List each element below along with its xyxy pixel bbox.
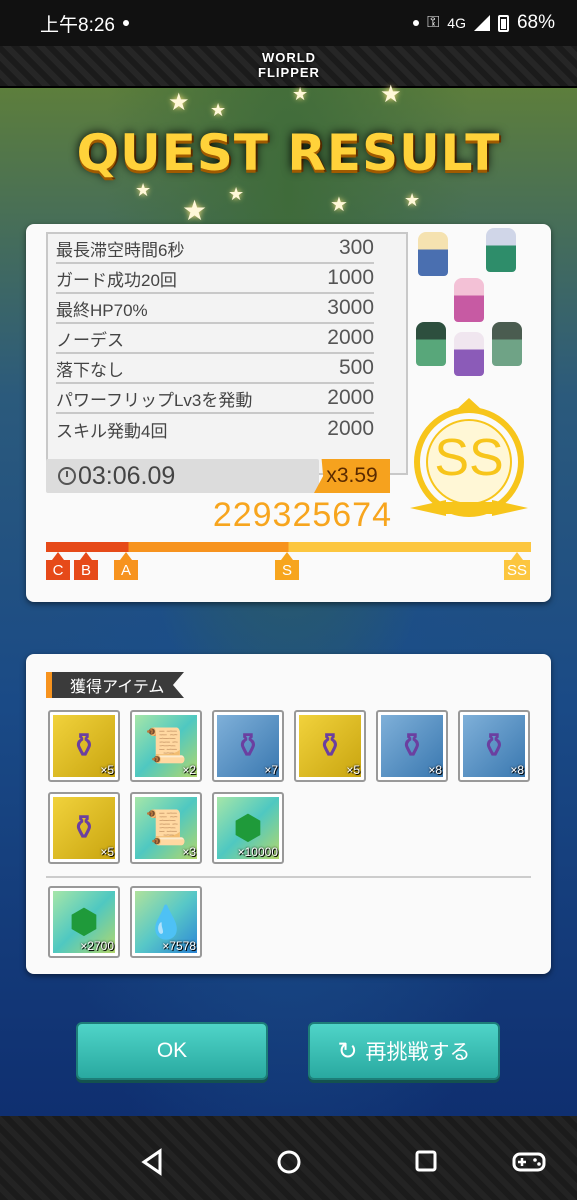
gamepad-icon[interactable] bbox=[512, 1148, 546, 1176]
items-divider bbox=[46, 876, 531, 878]
purple-potion-icon: ⚱ bbox=[479, 727, 509, 765]
bonus-row: ガード成功20回 1000 bbox=[56, 264, 374, 294]
rank-badge: SS bbox=[406, 396, 532, 526]
green-gem-icon: ⬢ bbox=[233, 809, 263, 847]
star-icon: ★ bbox=[330, 194, 348, 216]
party-characters bbox=[410, 224, 530, 380]
retry-icon: ↻ bbox=[337, 1037, 358, 1065]
purple-potion-icon: ⚱ bbox=[233, 727, 263, 765]
result-card: 最長滞空時間6秒 300 ガード成功20回 1000 最終HP70% 3000 ノーデ… bbox=[26, 224, 551, 602]
clear-time: 03:06.09 bbox=[46, 459, 319, 493]
reward-item[interactable]: ⚱ ×5 bbox=[294, 710, 366, 782]
purple-scroll-icon: 📜 bbox=[144, 727, 188, 765]
star-icon: ★ bbox=[404, 190, 421, 210]
home-icon[interactable] bbox=[276, 1148, 302, 1176]
rank-mark-b: B bbox=[74, 552, 98, 580]
reward-item[interactable]: 📜 ×3 bbox=[130, 792, 202, 864]
status-bar: 上午8:26 ⚿ 4G 68% bbox=[0, 0, 577, 46]
reward-item[interactable]: 💧 ×7578 bbox=[130, 886, 202, 958]
signal-icon bbox=[473, 15, 490, 31]
bonus-row: 落下なし 500 bbox=[56, 354, 374, 384]
rank-mark-s: S bbox=[275, 552, 299, 580]
rank-value: SS bbox=[434, 429, 504, 487]
bonus-table: 最長滞空時間6秒 300 ガード成功20回 1000 最終HP70% 3000 ノーデ… bbox=[46, 232, 408, 475]
score-multiplier: x3.59 bbox=[314, 459, 390, 493]
star-icon: ★ bbox=[135, 180, 152, 200]
reward-item[interactable]: ⬢ ×2700 bbox=[48, 886, 120, 958]
recents-icon[interactable] bbox=[414, 1148, 438, 1176]
reward-item[interactable]: ⬢ ×10000 bbox=[212, 792, 284, 864]
reward-item[interactable]: 📜 ×2 bbox=[130, 710, 202, 782]
star-icon: ★ bbox=[168, 89, 190, 116]
reward-item[interactable]: ⚱ ×7 bbox=[212, 710, 284, 782]
bonus-row: 最終HP70% 3000 bbox=[56, 294, 374, 324]
reward-item[interactable]: ⚱ ×5 bbox=[48, 792, 120, 864]
bonus-row: パワーフリップLv3を発動 2000 bbox=[56, 384, 374, 414]
reward-item[interactable]: ⚱ ×8 bbox=[376, 710, 448, 782]
blue-flame-icon: 💧 bbox=[146, 904, 186, 940]
green-gem-icon: ⬢ bbox=[69, 903, 99, 941]
notification-dot-icon bbox=[122, 20, 129, 26]
network-label: 4G bbox=[447, 15, 466, 31]
stopwatch-icon bbox=[58, 467, 76, 485]
rank-progress-bar bbox=[46, 542, 531, 552]
total-score: 229325674 bbox=[212, 496, 392, 534]
character-sprite bbox=[454, 278, 484, 322]
character-sprite bbox=[492, 322, 522, 366]
quest-result-title: QUEST RESULT bbox=[76, 124, 501, 182]
star-icon: ★ bbox=[210, 100, 227, 120]
reward-item[interactable]: ⚱ ×8 bbox=[458, 710, 530, 782]
ok-button[interactable]: OK bbox=[76, 1022, 268, 1080]
back-icon[interactable] bbox=[140, 1148, 164, 1176]
status-time: 上午8:26 bbox=[40, 14, 115, 36]
reward-item[interactable]: ⚱ ×5 bbox=[48, 710, 120, 782]
game-logo: WORLD FLIPPER bbox=[258, 50, 320, 80]
rank-mark-c: C bbox=[46, 552, 70, 580]
character-sprite bbox=[454, 332, 484, 376]
star-icon: ★ bbox=[380, 81, 402, 108]
star-icon: ★ bbox=[292, 84, 309, 104]
notification-dot-icon bbox=[413, 20, 420, 26]
items-section-label: 獲得アイテム bbox=[46, 672, 184, 698]
bonus-row: 最長滞空時間6秒 300 bbox=[56, 234, 374, 264]
rank-mark-a: A bbox=[114, 552, 138, 580]
purple-potion-icon: ⚱ bbox=[315, 727, 345, 765]
character-sprite bbox=[418, 232, 448, 276]
bonus-row: ノーデス 2000 bbox=[56, 324, 374, 354]
retry-button[interactable]: ↻ 再挑戦する bbox=[308, 1022, 500, 1080]
character-sprite bbox=[416, 322, 446, 366]
bonus-row: スキル発動4回 2000 bbox=[56, 417, 374, 441]
rank-mark-ss: SS bbox=[504, 552, 530, 580]
character-sprite bbox=[486, 228, 516, 272]
battery-icon bbox=[497, 14, 509, 32]
items-card: 獲得アイテム ⚱ ×5 📜 ×2 ⚱ ×7 ⚱ ×5 ⚱ ×8 ⚱ ×8 ⚱ ×5 📜 ×3 ⬢… bbox=[26, 654, 551, 974]
purple-scroll-icon: 📜 bbox=[144, 809, 188, 847]
star-icon: ★ bbox=[228, 184, 245, 204]
purple-potion-icon: ⚱ bbox=[69, 809, 99, 847]
battery-percent: 68% bbox=[516, 12, 555, 33]
key-icon: ⚿ bbox=[427, 14, 440, 31]
star-icon: ★ bbox=[182, 195, 208, 226]
purple-potion-icon: ⚱ bbox=[397, 727, 427, 765]
purple-potion-icon: ⚱ bbox=[69, 727, 99, 765]
